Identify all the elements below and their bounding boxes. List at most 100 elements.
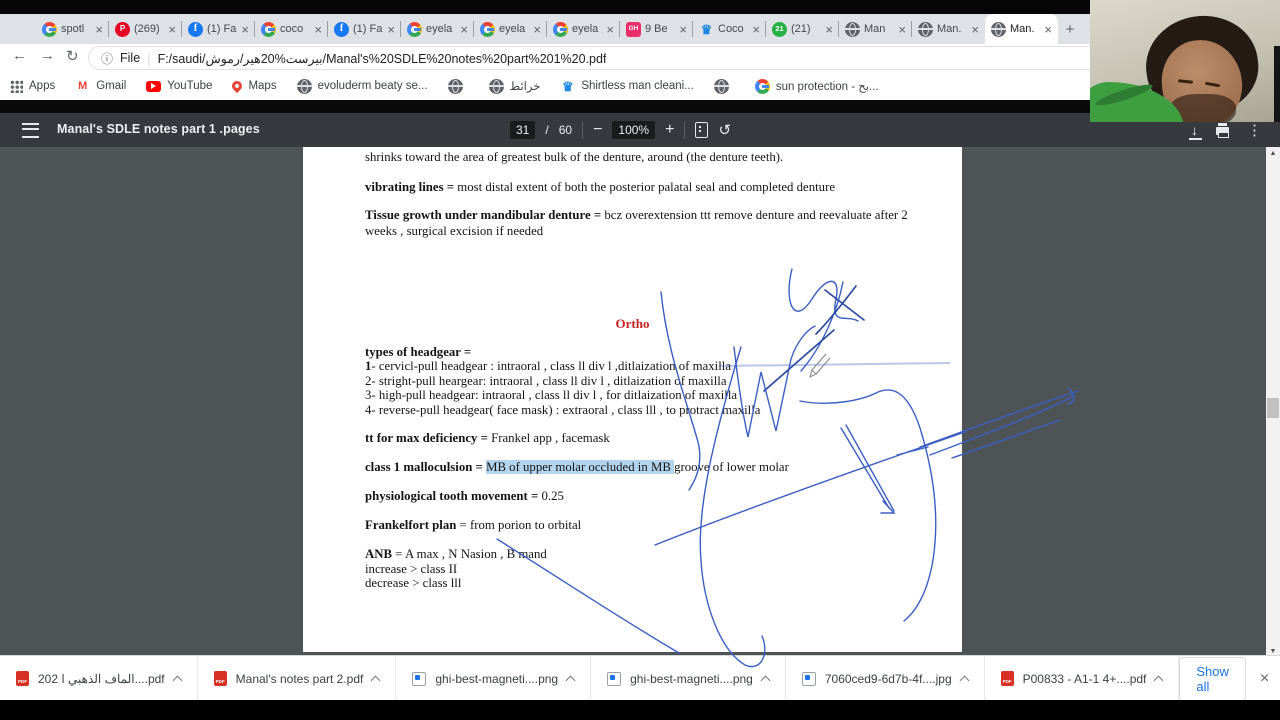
scrollbar[interactable]: ▲ ▼ — [1266, 147, 1280, 658]
doc-line: ANB = A max , N Nasion , B mand — [365, 547, 547, 561]
google-icon — [754, 78, 770, 94]
browser-tab-active[interactable]: Man. × — [985, 14, 1058, 44]
chevron-up-icon[interactable] — [959, 675, 970, 686]
tab-close-icon[interactable]: × — [95, 23, 103, 36]
browser-tab[interactable]: coco × — [254, 14, 328, 44]
download-item[interactable]: P00833 - A1-1 4+....pdf — [985, 656, 1180, 701]
scrollbar-thumb[interactable] — [1267, 398, 1279, 418]
bookmark-item[interactable]: ♛ Shirtless man cleani... — [560, 79, 694, 94]
globe-favicon — [845, 21, 860, 37]
download-icon[interactable]: ↓ — [1189, 123, 1202, 140]
close-downloads-bar-icon[interactable]: × — [1260, 670, 1269, 688]
forward-icon[interactable]: → — [40, 47, 55, 64]
tab-close-icon[interactable]: × — [752, 23, 760, 36]
bookmark-item[interactable]: evoluderm beaty se... — [296, 78, 428, 94]
rotate-icon[interactable]: ↺ — [718, 121, 731, 139]
bottom-black-strip — [0, 700, 1280, 720]
browser-tab[interactable]: eyela × — [473, 14, 547, 44]
scroll-up-icon[interactable]: ▲ — [1266, 150, 1280, 157]
tab-close-icon[interactable]: × — [168, 23, 176, 36]
bookmark-youtube[interactable]: YouTube — [146, 80, 212, 92]
print-icon[interactable] — [1216, 123, 1229, 138]
browser-tab[interactable]: GH 9 Be × — [619, 14, 693, 44]
doc-line: weeks , surgical excision if needed — [365, 224, 544, 238]
navigation-bar: ← → ↻ ⓘ File | F:/saudi/بيرست%20هير/رموش… — [0, 44, 1280, 72]
new-tab-button[interactable]: + — [1058, 17, 1082, 41]
tab-close-icon[interactable]: × — [460, 23, 468, 36]
github-favicon: GH — [626, 21, 641, 37]
tab-close-icon[interactable]: × — [971, 23, 979, 36]
tab-close-icon[interactable]: × — [241, 23, 249, 36]
browser-tab[interactable]: Man. × — [911, 14, 985, 44]
browser-tab[interactable]: eyela × — [546, 14, 620, 44]
overflow-menu-icon[interactable]: ⋮ — [1247, 121, 1262, 139]
section-heading: Ortho — [615, 316, 650, 331]
page-info-icon[interactable]: ⓘ — [101, 50, 113, 67]
bookmark-apps[interactable]: Apps — [10, 79, 55, 93]
browser-tab[interactable]: 21 (21) × — [765, 14, 839, 44]
bookmark-item[interactable]: خرائط — [488, 78, 540, 94]
tab-close-icon[interactable]: × — [825, 23, 833, 36]
chevron-up-icon[interactable] — [1153, 675, 1164, 686]
url-text: F:/saudi/بيرست%20هير/رموش/Manal's%20SDLE… — [157, 51, 607, 66]
doc-line: 3- high-pull headgear: intraoral , class… — [365, 388, 738, 402]
bookmark-gmail[interactable]: M Gmail — [75, 79, 126, 94]
tab-close-icon[interactable]: × — [898, 23, 906, 36]
chevron-up-icon[interactable] — [172, 675, 183, 686]
doc-line: shrinks toward the area of greatest bulk… — [365, 150, 784, 164]
download-item[interactable]: Manal's notes part 2.pdf — [198, 656, 397, 701]
browser-tab[interactable]: ♛ Coco × — [692, 14, 766, 44]
doc-line: 4- reverse-pull headgear( face mask) : e… — [365, 403, 761, 417]
text-selection-highlight: MB of upper molar occluded in MB — [486, 460, 675, 474]
chevron-up-icon[interactable] — [760, 675, 771, 686]
crown-favicon: ♛ — [700, 21, 713, 37]
browser-tab[interactable]: P (269) × — [108, 14, 182, 44]
zoom-in-button[interactable]: + — [665, 122, 674, 138]
facebook-favicon: f — [188, 21, 203, 37]
globe-favicon — [918, 21, 933, 37]
bookmark-item[interactable]: sun protection - بح... — [754, 78, 879, 94]
browser-tab[interactable]: spotl × — [36, 14, 109, 44]
page-total: 60 — [558, 123, 573, 137]
browser-tab[interactable]: Man × — [838, 14, 912, 44]
tab-label: Coco — [718, 23, 744, 35]
chevron-up-icon[interactable] — [565, 675, 576, 686]
url-scheme-label: File — [120, 51, 141, 65]
back-icon[interactable]: ← — [12, 47, 27, 64]
show-all-downloads-button[interactable]: Show all — [1179, 656, 1246, 701]
tab-close-icon[interactable]: × — [533, 23, 541, 36]
bookmark-maps[interactable]: Maps — [230, 78, 277, 94]
scroll-down-icon[interactable]: ▼ — [1266, 648, 1280, 655]
download-item[interactable]: 202 الماف الذهبي ا....pdf — [0, 656, 198, 701]
zoom-out-button[interactable]: − — [593, 122, 602, 138]
tab-close-icon[interactable]: × — [1044, 23, 1052, 36]
pdf-file-icon — [213, 671, 227, 686]
browser-tab[interactable]: f (1) Fa × — [181, 14, 255, 44]
chevron-up-icon[interactable] — [370, 675, 381, 686]
tab-label: (1) Fa — [353, 23, 383, 35]
url-divider: | — [147, 50, 151, 66]
page-separator: / — [545, 123, 549, 137]
tab-close-icon[interactable]: × — [387, 23, 395, 36]
pdf-viewer: shrinks toward the area of greatest bulk… — [0, 147, 1280, 658]
download-item[interactable]: 7060ced9-6d7b-4f....jpg — [786, 656, 985, 701]
tab-close-icon[interactable]: × — [314, 23, 322, 36]
browser-tab[interactable]: eyela × — [400, 14, 474, 44]
image-file-icon — [801, 671, 816, 686]
tab-close-icon[interactable]: × — [679, 23, 687, 36]
download-item[interactable]: ghi-best-magneti....png — [591, 656, 786, 701]
page-number-input[interactable]: 31 — [510, 121, 536, 139]
menu-icon[interactable] — [22, 123, 39, 138]
doc-line: physiological tooth movement = 0.25 — [365, 489, 564, 503]
download-item[interactable]: ghi-best-magneti....png — [396, 656, 592, 701]
google-favicon — [407, 21, 422, 37]
pdf-file-icon — [1000, 671, 1014, 686]
bookmark-item[interactable] — [713, 78, 735, 94]
tab-close-icon[interactable]: × — [606, 23, 614, 36]
doc-line: decrease > class lll — [365, 576, 462, 590]
bookmark-item[interactable] — [447, 78, 469, 94]
zoom-level[interactable]: 100% — [612, 121, 656, 139]
reload-icon[interactable]: ↻ — [66, 47, 79, 65]
browser-tab[interactable]: f (1) Fa × — [327, 14, 401, 44]
fit-page-icon[interactable] — [695, 122, 709, 138]
